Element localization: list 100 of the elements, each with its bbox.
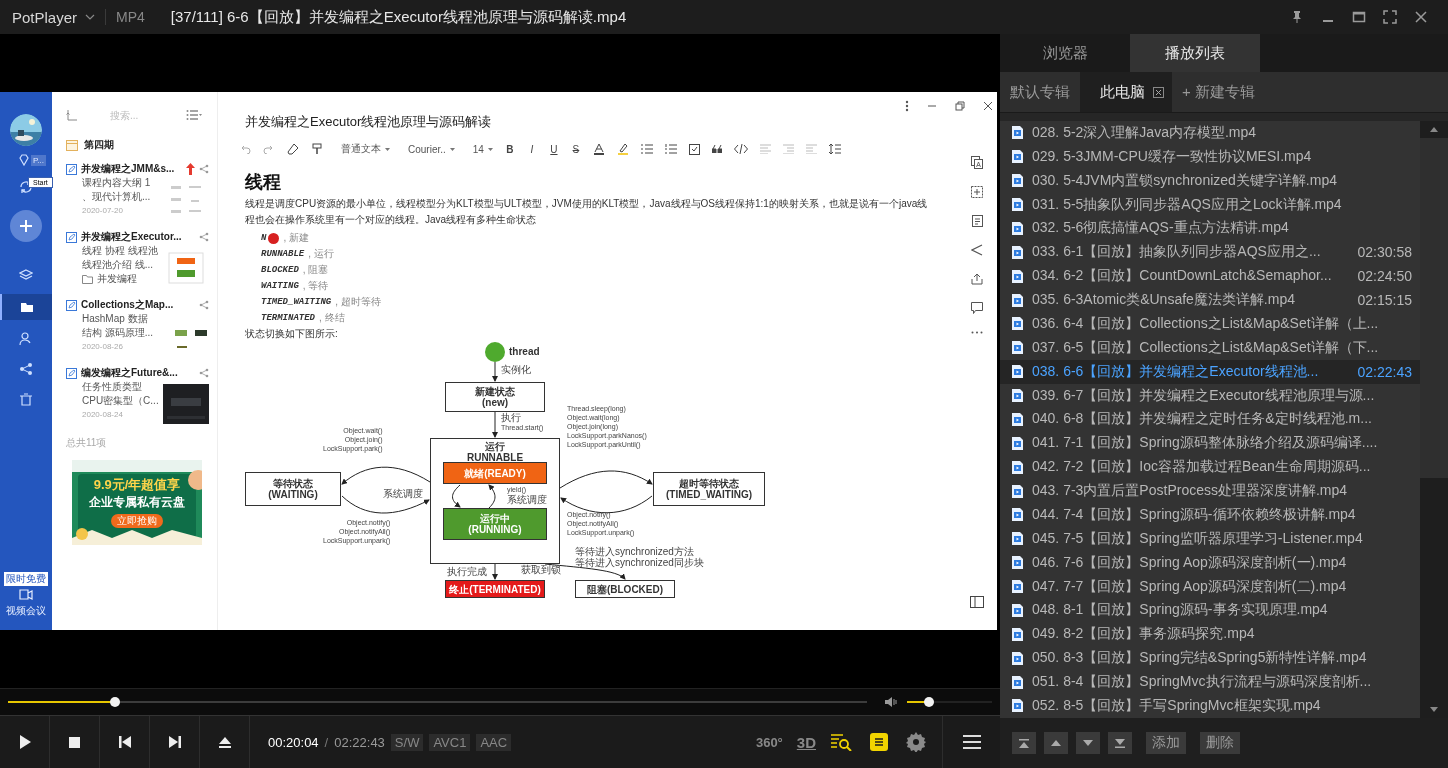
eraser-icon[interactable] bbox=[287, 143, 299, 155]
italic-button[interactable]: I bbox=[526, 143, 537, 155]
comment-icon[interactable] bbox=[971, 302, 983, 314]
folder-tab[interactable] bbox=[0, 294, 52, 320]
playlist-item[interactable]: 041. 7-1【回放】Spring源码整体脉络介绍及源码编译.... bbox=[1000, 431, 1420, 456]
move-bottom-button[interactable] bbox=[1108, 732, 1132, 754]
checkbox-icon[interactable] bbox=[688, 143, 700, 155]
notebook-title[interactable]: 第四期 bbox=[84, 138, 114, 152]
list-view-icon[interactable] bbox=[186, 109, 202, 121]
app-menu[interactable]: PotPlayer bbox=[0, 8, 106, 26]
album-tab[interactable]: 默认专辑 bbox=[1000, 72, 1080, 112]
font-size-dropdown[interactable]: 14 bbox=[472, 143, 493, 155]
export-icon[interactable] bbox=[971, 273, 983, 285]
playlist-item[interactable]: 043. 7-3内置后置PostProcess处理器深度讲解.mp4 bbox=[1000, 479, 1420, 503]
font-color-icon[interactable] bbox=[592, 143, 605, 155]
share-icon[interactable] bbox=[199, 300, 209, 310]
codec-badge[interactable]: AVC1 bbox=[429, 733, 471, 751]
playlist-item[interactable]: 039. 6-7【回放】并发编程之Executor线程池原理与源... bbox=[1000, 383, 1420, 408]
playlist-item[interactable]: 030. 5-4JVM内置锁synchronized关键字详解.mp4 bbox=[1000, 168, 1420, 193]
playlist-action-button[interactable]: 添加 bbox=[1146, 732, 1186, 754]
move-down-button[interactable] bbox=[1076, 732, 1100, 754]
close-icon[interactable] bbox=[983, 101, 993, 111]
sync-icon[interactable] bbox=[19, 180, 33, 194]
note-item[interactable]: 并发编程之JMM&s... 课程内容大纲 1 、现代计算机... 2020-07-20 bbox=[66, 162, 209, 220]
playlist-item[interactable]: 035. 6-3Atomic类&Unsafe魔法类详解.mp4 02:15:15 bbox=[1000, 288, 1420, 312]
share-icon[interactable] bbox=[199, 164, 209, 174]
subtitles-icon[interactable] bbox=[870, 733, 888, 751]
new-album-button[interactable]: + 新建专辑 bbox=[1182, 82, 1255, 102]
restore-icon[interactable] bbox=[955, 101, 965, 111]
playlist-item[interactable]: 034. 6-2【回放】CountDownLatch&Semaphor... 02:24:50 bbox=[1000, 264, 1420, 289]
playlist-item[interactable]: 045. 7-5【回放】Spring监听器原理学习-Listener.mp4 bbox=[1000, 526, 1420, 551]
panel-tab[interactable]: 浏览器 bbox=[1000, 34, 1130, 72]
note-item[interactable]: Collections之Map... HashMap 数据 结构 源码原理... 2020-08-26 bbox=[66, 298, 209, 356]
playlist-item[interactable]: 040. 6-8【回放】并发编程之定时任务&定时线程池.m... bbox=[1000, 407, 1420, 432]
playlist-item[interactable]: 051. 8-4【回放】SpringMvc执行流程与源码深度剖析... bbox=[1000, 670, 1420, 694]
panel-icon[interactable] bbox=[970, 596, 984, 608]
translate-icon[interactable] bbox=[971, 156, 983, 169]
playlist-item[interactable]: 033. 6-1【回放】抽象队列同步器AQS应用之... 02:30:58 bbox=[1000, 240, 1420, 265]
note-item[interactable]: 并发编程之Executor... 线程 协程 线程池 线程池介绍 线... 并发编程 bbox=[66, 230, 209, 288]
meeting-label[interactable]: 视频会议 bbox=[6, 604, 46, 618]
promo-badge[interactable]: 限时免费 bbox=[4, 572, 48, 586]
3d-button[interactable]: 3D bbox=[796, 733, 816, 751]
bold-button[interactable]: B bbox=[504, 143, 515, 155]
playlist-item[interactable]: 052. 8-5【回放】手写SpringMvc框架实现.mp4 bbox=[1000, 694, 1420, 718]
scroll-down-icon[interactable] bbox=[1430, 707, 1438, 712]
ad-banner[interactable]: 9.9元/年超值享 企业专属私有云盘 立即抢购 bbox=[72, 460, 202, 545]
user-icon[interactable] bbox=[19, 332, 33, 346]
close-icon[interactable] bbox=[1153, 86, 1164, 98]
more-icon[interactable] bbox=[905, 100, 909, 112]
note-item[interactable]: 编发编程之Future&... 任务性质类型 CPU密集型（C... 2020-08-24 bbox=[66, 366, 209, 424]
fullscreen-icon[interactable] bbox=[1383, 10, 1397, 24]
playlist-item[interactable]: 047. 7-7【回放】Spring Aop源码深度剖析(二).mp4 bbox=[1000, 574, 1420, 599]
code-icon[interactable] bbox=[733, 144, 748, 154]
share-icon[interactable] bbox=[971, 244, 983, 256]
playlist-item[interactable]: 032. 5-6彻底搞懂AQS-重点方法精讲.mp4 bbox=[1000, 216, 1420, 241]
bullet-list-icon[interactable] bbox=[640, 144, 653, 154]
close-icon[interactable] bbox=[1414, 10, 1428, 24]
move-top-button[interactable] bbox=[1012, 732, 1036, 754]
quote-icon[interactable] bbox=[711, 145, 722, 153]
playlist-item[interactable]: 031. 5-5抽象队列同步器AQS应用之Lock详解.mp4 bbox=[1000, 192, 1420, 217]
add-button[interactable] bbox=[10, 210, 42, 242]
line-height-icon[interactable] bbox=[828, 143, 841, 155]
share-icon[interactable] bbox=[19, 362, 33, 376]
playlist-item[interactable]: 042. 7-2【回放】Ioc容器加载过程Bean生命周期源码... bbox=[1000, 455, 1420, 480]
vr-360-button[interactable]: 360° bbox=[755, 734, 783, 750]
settings-icon[interactable] bbox=[906, 732, 926, 752]
maximize-icon[interactable] bbox=[1352, 10, 1366, 24]
paragraph-style-dropdown[interactable]: 普通文本 bbox=[341, 142, 390, 156]
panel-tab[interactable]: 播放列表 bbox=[1130, 34, 1260, 72]
meeting-icon[interactable] bbox=[18, 588, 34, 602]
format-painter-icon[interactable] bbox=[311, 143, 323, 155]
trash-icon[interactable] bbox=[19, 392, 33, 406]
seek-handle[interactable] bbox=[110, 697, 121, 708]
numbered-list-icon[interactable] bbox=[664, 144, 677, 154]
strike-button[interactable]: S bbox=[570, 143, 581, 155]
share-icon[interactable] bbox=[199, 368, 209, 378]
font-dropdown[interactable]: Courier.. bbox=[408, 143, 455, 155]
volume-handle[interactable] bbox=[924, 697, 935, 708]
gem-icon[interactable] bbox=[18, 154, 30, 166]
underline-button[interactable]: U bbox=[548, 143, 559, 155]
playlist-item[interactable]: 046. 7-6【回放】Spring Aop源码深度剖析(一).mp4 bbox=[1000, 550, 1420, 575]
playlist-item[interactable]: 050. 8-3【回放】Spring完结&Spring5新特性详解.mp4 bbox=[1000, 646, 1420, 671]
playlist-item[interactable]: 028. 5-2深入理解Java内存模型.mp4 bbox=[1000, 121, 1420, 145]
album-tab[interactable]: 此电脑 bbox=[1080, 72, 1172, 112]
playlist-search-icon[interactable] bbox=[830, 733, 852, 751]
move-up-button[interactable] bbox=[1044, 732, 1068, 754]
layers-icon[interactable] bbox=[19, 268, 33, 282]
playlist-item[interactable]: 037. 6-5【回放】Collections之List&Map&Set详解（下... bbox=[1000, 335, 1420, 360]
playlist-item[interactable]: 049. 8-2【回放】事务源码探究.mp4 bbox=[1000, 622, 1420, 647]
scrollbar[interactable] bbox=[1420, 121, 1448, 718]
playlist-item[interactable]: 044. 7-4【回放】Spring源码-循环依赖终极讲解.mp4 bbox=[1000, 503, 1420, 527]
codec-badge[interactable]: AAC bbox=[476, 733, 512, 751]
highlighter-icon[interactable] bbox=[616, 143, 629, 155]
scroll-up-icon[interactable] bbox=[1430, 127, 1438, 132]
more-icon[interactable] bbox=[971, 331, 983, 334]
add-block-icon[interactable] bbox=[971, 186, 983, 198]
share-icon[interactable] bbox=[199, 232, 209, 242]
document-icon[interactable] bbox=[971, 215, 983, 227]
playlist-item[interactable]: 038. 6-6【回放】并发编程之Executor线程池... 02:22:43 bbox=[1000, 359, 1420, 384]
codec-badge[interactable]: S/W bbox=[390, 733, 424, 751]
